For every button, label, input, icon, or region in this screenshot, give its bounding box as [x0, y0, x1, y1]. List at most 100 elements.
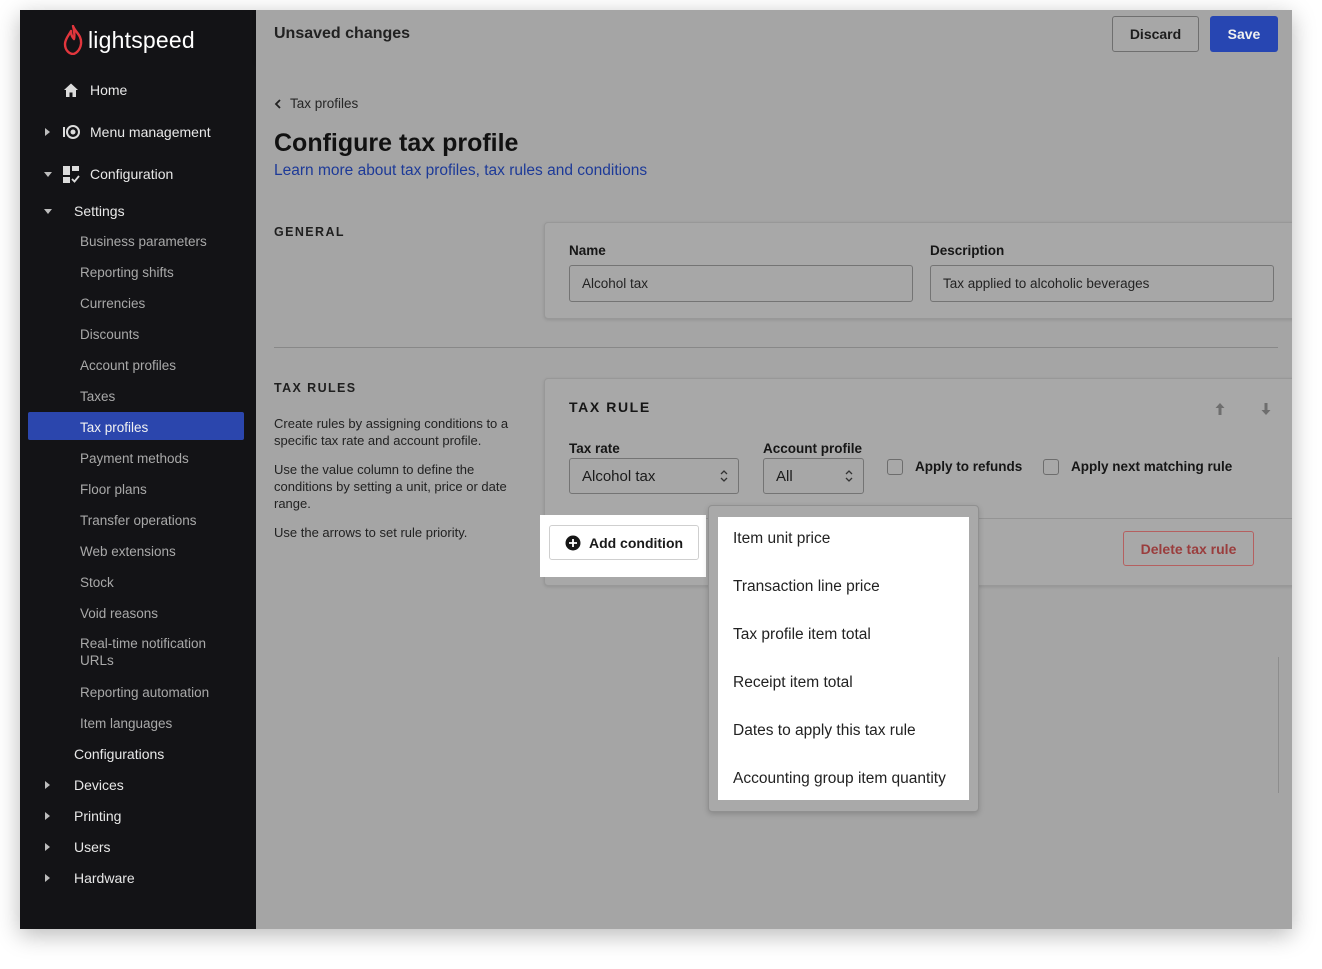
menu-item-item-unit-price[interactable]: Item unit price: [733, 530, 830, 548]
tax-rules-help-2: Use the value column to define the condi…: [274, 462, 507, 511]
arrow-up-icon[interactable]: [1214, 402, 1226, 416]
apply-next-matching-rule-checkbox[interactable]: [1043, 459, 1059, 475]
breadcrumb-link[interactable]: Tax profiles: [290, 96, 358, 111]
sidebar-item-label: Reporting automation: [80, 684, 210, 700]
chevron-left-icon: [274, 98, 281, 109]
sidebar-item-printing[interactable]: Printing: [20, 807, 256, 825]
condition-dropdown-list: Item unit price Transaction line price T…: [718, 517, 969, 800]
sidebar-item-settings[interactable]: Settings: [20, 201, 256, 221]
sidebar-item-label: Reporting shifts: [80, 264, 174, 280]
app-window: lightspeed Home Menu management Configur…: [20, 10, 1292, 929]
name-input[interactable]: Alcohol tax: [569, 265, 913, 302]
chevron-right-icon: [45, 874, 50, 882]
logo[interactable]: lightspeed: [62, 20, 195, 60]
sidebar-item-home[interactable]: Home: [20, 80, 256, 100]
select-updown-icon: [720, 470, 728, 482]
tax-rules-section-label: TAX RULES: [274, 381, 357, 395]
sidebar-item-devices[interactable]: Devices: [20, 776, 256, 794]
menu-item-tax-profile-item-total[interactable]: Tax profile item total: [733, 626, 871, 644]
sidebar-item-label: Printing: [74, 808, 122, 824]
sidebar-item-reporting-shifts[interactable]: Reporting shifts: [20, 263, 256, 281]
sidebar-item-label: Transfer operations: [80, 512, 197, 528]
chevron-down-icon: [44, 172, 52, 177]
chevron-right-icon: [45, 812, 50, 820]
logo-text: lightspeed: [88, 26, 195, 53]
sidebar-item-label: Currencies: [80, 295, 146, 311]
sidebar-item-reporting-automation[interactable]: Reporting automation: [20, 683, 256, 701]
delete-tax-rule-button[interactable]: Delete tax rule: [1123, 531, 1254, 566]
sidebar-item-label: Stock: [80, 574, 114, 590]
arrow-down-icon[interactable]: [1260, 402, 1272, 416]
breadcrumb[interactable]: Tax profiles: [274, 96, 358, 111]
description-input[interactable]: Tax applied to alcoholic beverages: [930, 265, 1274, 302]
general-section-label: GENERAL: [274, 225, 345, 239]
sidebar-item-label: Users: [74, 839, 111, 855]
unsaved-changes-bar: Unsaved changes Discard Save: [256, 10, 1292, 61]
sidebar-item-account-profiles[interactable]: Account profiles: [20, 356, 256, 374]
apply-to-refunds-label: Apply to refunds: [915, 459, 1023, 474]
apply-next-matching-rule-label: Apply next matching rule: [1071, 459, 1233, 474]
sidebar-item-label: Home: [90, 82, 128, 98]
menu-item-dates-to-apply[interactable]: Dates to apply this tax rule: [733, 722, 916, 740]
select-updown-icon: [845, 470, 853, 482]
sidebar-item-label: Discounts: [80, 326, 140, 342]
sidebar-item-label: Item languages: [80, 715, 173, 731]
sidebar-item-label: Floor plans: [80, 481, 147, 497]
chevron-right-icon: [45, 781, 50, 789]
unsaved-changes-title: Unsaved changes: [274, 25, 411, 42]
menu-plate-icon: [62, 123, 80, 141]
menu-item-transaction-line-price[interactable]: Transaction line price: [733, 578, 880, 596]
sidebar-item-currencies[interactable]: Currencies: [20, 294, 256, 312]
sidebar-item-label: Configurations: [74, 746, 165, 762]
sidebar-item-label: Void reasons: [80, 605, 159, 621]
apply-to-refunds-checkbox[interactable]: [887, 459, 903, 475]
account-profile-select[interactable]: All: [763, 458, 864, 494]
discard-button[interactable]: Discard: [1112, 16, 1199, 52]
add-condition-highlight: Add condition: [540, 515, 706, 577]
sidebar-item-label: Configuration: [90, 166, 174, 182]
sidebar-item-transfer-operations[interactable]: Transfer operations: [20, 511, 256, 529]
page-title: Configure tax profile: [274, 129, 519, 157]
sidebar-item-tax-profiles[interactable]: Tax profiles: [20, 418, 256, 436]
tax-rules-help-1: Create rules by assigning conditions to …: [274, 416, 509, 448]
sidebar-item-realtime-notification-urls[interactable]: Real-time notification URLs: [20, 635, 256, 671]
sidebar-item-label: Tax profiles: [80, 419, 149, 435]
sidebar-item-hardware[interactable]: Hardware: [20, 869, 256, 887]
chevron-right-icon: [45, 128, 50, 136]
sidebar-item-taxes[interactable]: Taxes: [20, 387, 256, 405]
menu-item-receipt-item-total[interactable]: Receipt item total: [733, 674, 853, 692]
menu-item-accounting-group-item-quantity[interactable]: Accounting group item quantity: [733, 770, 946, 788]
sidebar-item-payment-methods[interactable]: Payment methods: [20, 449, 256, 467]
sidebar-item-configurations[interactable]: Configurations: [20, 745, 256, 763]
plus-circle-icon: [565, 535, 581, 550]
sidebar-item-label: Hardware: [74, 870, 135, 886]
sidebar-item-label: Business parameters: [80, 233, 207, 249]
sidebar-item-label: Devices: [74, 777, 124, 793]
main-content: Tax profiles Configure tax profile Learn…: [256, 61, 1292, 929]
sidebar-item-label: Menu management: [90, 124, 211, 140]
sidebar-item-label: Account profiles: [80, 357, 177, 373]
sidebar-item-web-extensions[interactable]: Web extensions: [20, 542, 256, 560]
tax-rate-select[interactable]: Alcohol tax: [569, 458, 739, 494]
tax-rate-value: Alcohol tax: [582, 467, 656, 485]
learn-more-link[interactable]: Learn more about tax profiles, tax rules…: [274, 162, 647, 180]
sidebar-item-business-parameters[interactable]: Business parameters: [20, 232, 256, 250]
sidebar-item-floor-plans[interactable]: Floor plans: [20, 480, 256, 498]
sidebar-item-users[interactable]: Users: [20, 838, 256, 856]
sidebar-item-menu-management[interactable]: Menu management: [20, 122, 256, 142]
sidebar-item-void-reasons[interactable]: Void reasons: [20, 604, 256, 622]
home-icon: [62, 81, 80, 99]
sidebar-item-label: Payment methods: [80, 450, 189, 466]
section-divider: [274, 347, 1278, 348]
save-button[interactable]: Save: [1210, 16, 1278, 52]
description-label: Description: [930, 243, 1005, 258]
sidebar-item-discounts[interactable]: Discounts: [20, 325, 256, 343]
sidebar-item-configuration[interactable]: Configuration: [20, 164, 256, 184]
sidebar-item-item-languages[interactable]: Item languages: [20, 714, 256, 732]
add-condition-button[interactable]: Add condition: [549, 525, 699, 560]
account-profile-label: Account profile: [763, 441, 863, 456]
tax-rule-heading: TAX RULE: [569, 399, 651, 415]
sidebar-item-stock[interactable]: Stock: [20, 573, 256, 591]
chevron-down-icon: [44, 209, 52, 214]
condition-dropdown-menu: Item unit price Transaction line price T…: [708, 505, 979, 812]
